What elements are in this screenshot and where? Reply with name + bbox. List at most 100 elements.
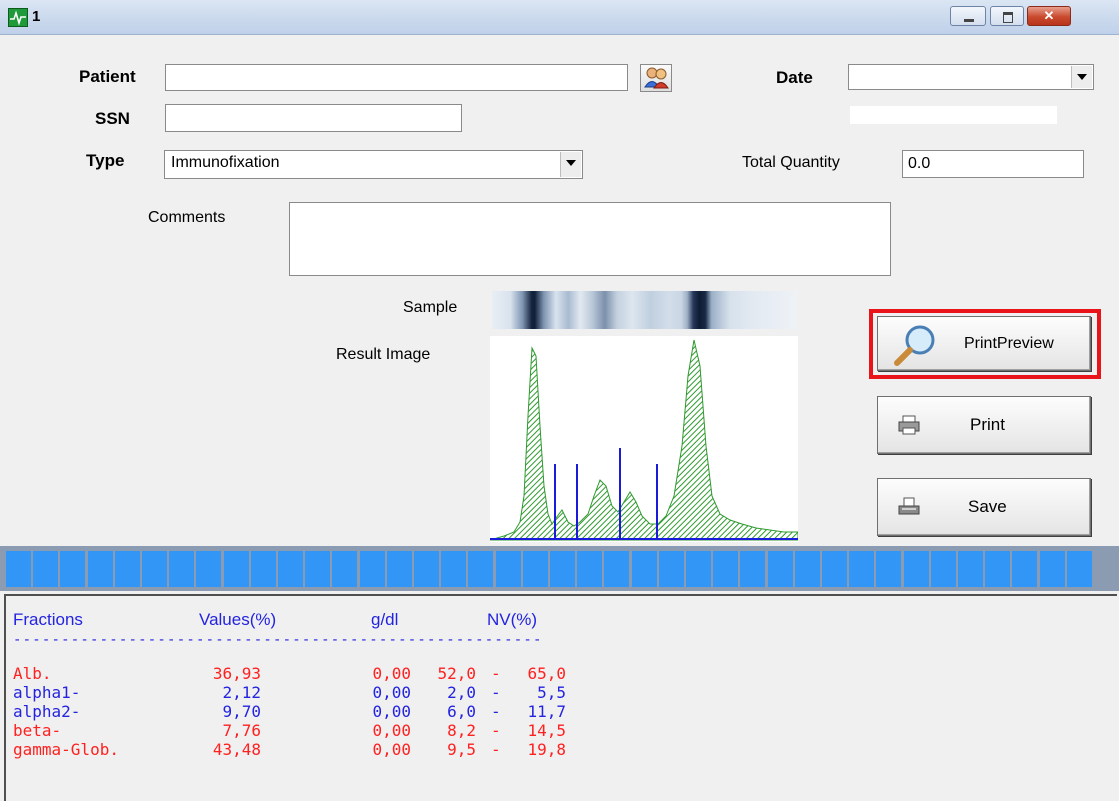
ssn-input[interactable] <box>165 104 462 132</box>
fraction-bar-segment <box>169 551 195 587</box>
result-cell-nv-low: 8,2 <box>447 721 476 740</box>
close-icon: ✕ <box>1043 8 1055 23</box>
fraction-bar-segment <box>495 551 521 587</box>
fraction-bar-segment <box>223 551 249 587</box>
header-fractions: Fractions <box>13 610 83 629</box>
fraction-bar-segment <box>114 551 140 587</box>
minimize-icon <box>951 7 985 25</box>
chevron-down-icon[interactable] <box>1071 66 1092 88</box>
fraction-bar-segment <box>658 551 684 587</box>
header-values: Values(%) <box>199 610 277 629</box>
type-value: Immunofixation <box>171 154 280 171</box>
fraction-bar-segment <box>1012 551 1038 587</box>
fraction-bar-segment <box>33 551 59 587</box>
result-cell-name: alpha1- <box>13 683 81 702</box>
fraction-bar-segment <box>930 551 956 587</box>
save-icon <box>898 497 920 515</box>
fraction-bar-segment <box>196 551 222 587</box>
result-cell-nv-low: 9,5 <box>447 740 476 759</box>
comments-textarea[interactable] <box>289 202 891 276</box>
maximize-icon <box>991 7 1023 25</box>
fraction-bar-segment <box>142 551 167 587</box>
date-label: Date <box>776 68 813 87</box>
fraction-bar <box>0 546 1119 591</box>
fraction-bar-segment <box>6 551 31 587</box>
result-image <box>489 336 799 542</box>
print-label: Print <box>970 415 1005 434</box>
patient-lookup-button[interactable] <box>640 64 672 92</box>
fraction-bar-segment <box>60 551 86 587</box>
fraction-bar-segment <box>332 551 358 587</box>
fraction-bar-segment <box>794 551 820 587</box>
result-cell-nv-low: 52,0 <box>437 664 476 683</box>
fraction-bar-segment <box>441 551 467 587</box>
fraction-bar-segment <box>604 551 630 587</box>
result-cell-value: 43,48 <box>212 740 261 759</box>
electrophoresis-curve <box>489 339 799 541</box>
fraction-bar-segment <box>686 551 711 587</box>
fraction-bar-segment <box>359 551 385 587</box>
result-cell-name: beta- <box>13 721 62 740</box>
fraction-bar-segment <box>577 551 603 587</box>
result-cell-name: alpha2- <box>13 702 81 721</box>
result-cell-nv-low: 6,0 <box>447 702 476 721</box>
densitometry-curve <box>489 339 799 541</box>
result-cell-nv-high: 5,5 <box>537 683 566 702</box>
result-image-label: Result Image <box>336 346 431 363</box>
patient-search-icon <box>644 67 669 89</box>
fraction-bar-segment <box>550 551 575 587</box>
fraction-bar-segment <box>305 551 331 587</box>
result-cell-value: 9,70 <box>222 702 261 721</box>
fraction-bar-segment <box>87 551 113 587</box>
result-cell-name: Alb. <box>13 664 52 683</box>
fraction-bar-segment <box>849 551 875 587</box>
fraction-bar-segment <box>414 551 439 587</box>
total-quantity-label: Total Quantity <box>742 154 840 171</box>
chevron-down-icon[interactable] <box>560 152 581 177</box>
result-cell-nv-high: 11,7 <box>527 702 566 721</box>
close-button[interactable]: ✕ <box>1027 6 1071 26</box>
minimize-button[interactable] <box>950 6 986 26</box>
result-cell-nv-high: 65,0 <box>527 664 566 683</box>
type-combobox[interactable]: Immunofixation <box>164 150 583 179</box>
result-cell-nv-high: 14,5 <box>527 721 566 740</box>
patient-label: Patient <box>79 67 136 86</box>
fraction-bar-segment <box>631 551 657 587</box>
fraction-bar-segment <box>713 551 739 587</box>
date-secondary-field <box>850 106 1057 124</box>
fraction-bar-segment <box>903 551 929 587</box>
result-cell-value: 2,12 <box>222 683 261 702</box>
maximize-button[interactable] <box>990 6 1024 26</box>
type-label: Type <box>86 151 125 170</box>
fraction-bar-segment <box>522 551 548 587</box>
header-nv: NV(%) <box>487 610 538 629</box>
fraction-bar-segment <box>468 551 494 587</box>
fraction-bar-segment <box>250 551 276 587</box>
save-button[interactable]: Save <box>877 478 1091 536</box>
fraction-bar-segment <box>1039 551 1065 587</box>
comments-label: Comments <box>148 209 226 226</box>
date-combobox[interactable] <box>848 64 1094 90</box>
fraction-bar-segment <box>876 551 902 587</box>
print-button[interactable]: Print <box>877 396 1091 454</box>
save-label: Save <box>968 497 1007 516</box>
header-gdl: g/dl <box>371 610 399 629</box>
highlight-annotation <box>869 309 1101 379</box>
results-panel: Fractions Values(%) g/dl NV(%) ---------… <box>4 594 1117 801</box>
fraction-bar-segment <box>278 551 303 587</box>
result-cell-value: 7,76 <box>222 721 261 740</box>
window-title: 1 <box>32 8 41 25</box>
result-cell-name: gamma-Glob. <box>13 740 119 759</box>
fraction-bar-segment <box>822 551 847 587</box>
total-quantity-input[interactable] <box>902 150 1084 178</box>
fraction-bar-segment <box>958 551 983 587</box>
fraction-bar-segment <box>767 551 793 587</box>
header-separator: ----------------------------------------… <box>13 632 543 648</box>
title-bar: 1 ✕ <box>0 0 1119 35</box>
sample-strip-image <box>492 291 797 329</box>
result-cell-nv-low: 2,0 <box>447 683 476 702</box>
fraction-bar-segment <box>386 551 412 587</box>
printer-icon <box>898 415 920 435</box>
result-cell-nv-high: 19,8 <box>527 740 566 759</box>
patient-input[interactable] <box>165 64 628 91</box>
